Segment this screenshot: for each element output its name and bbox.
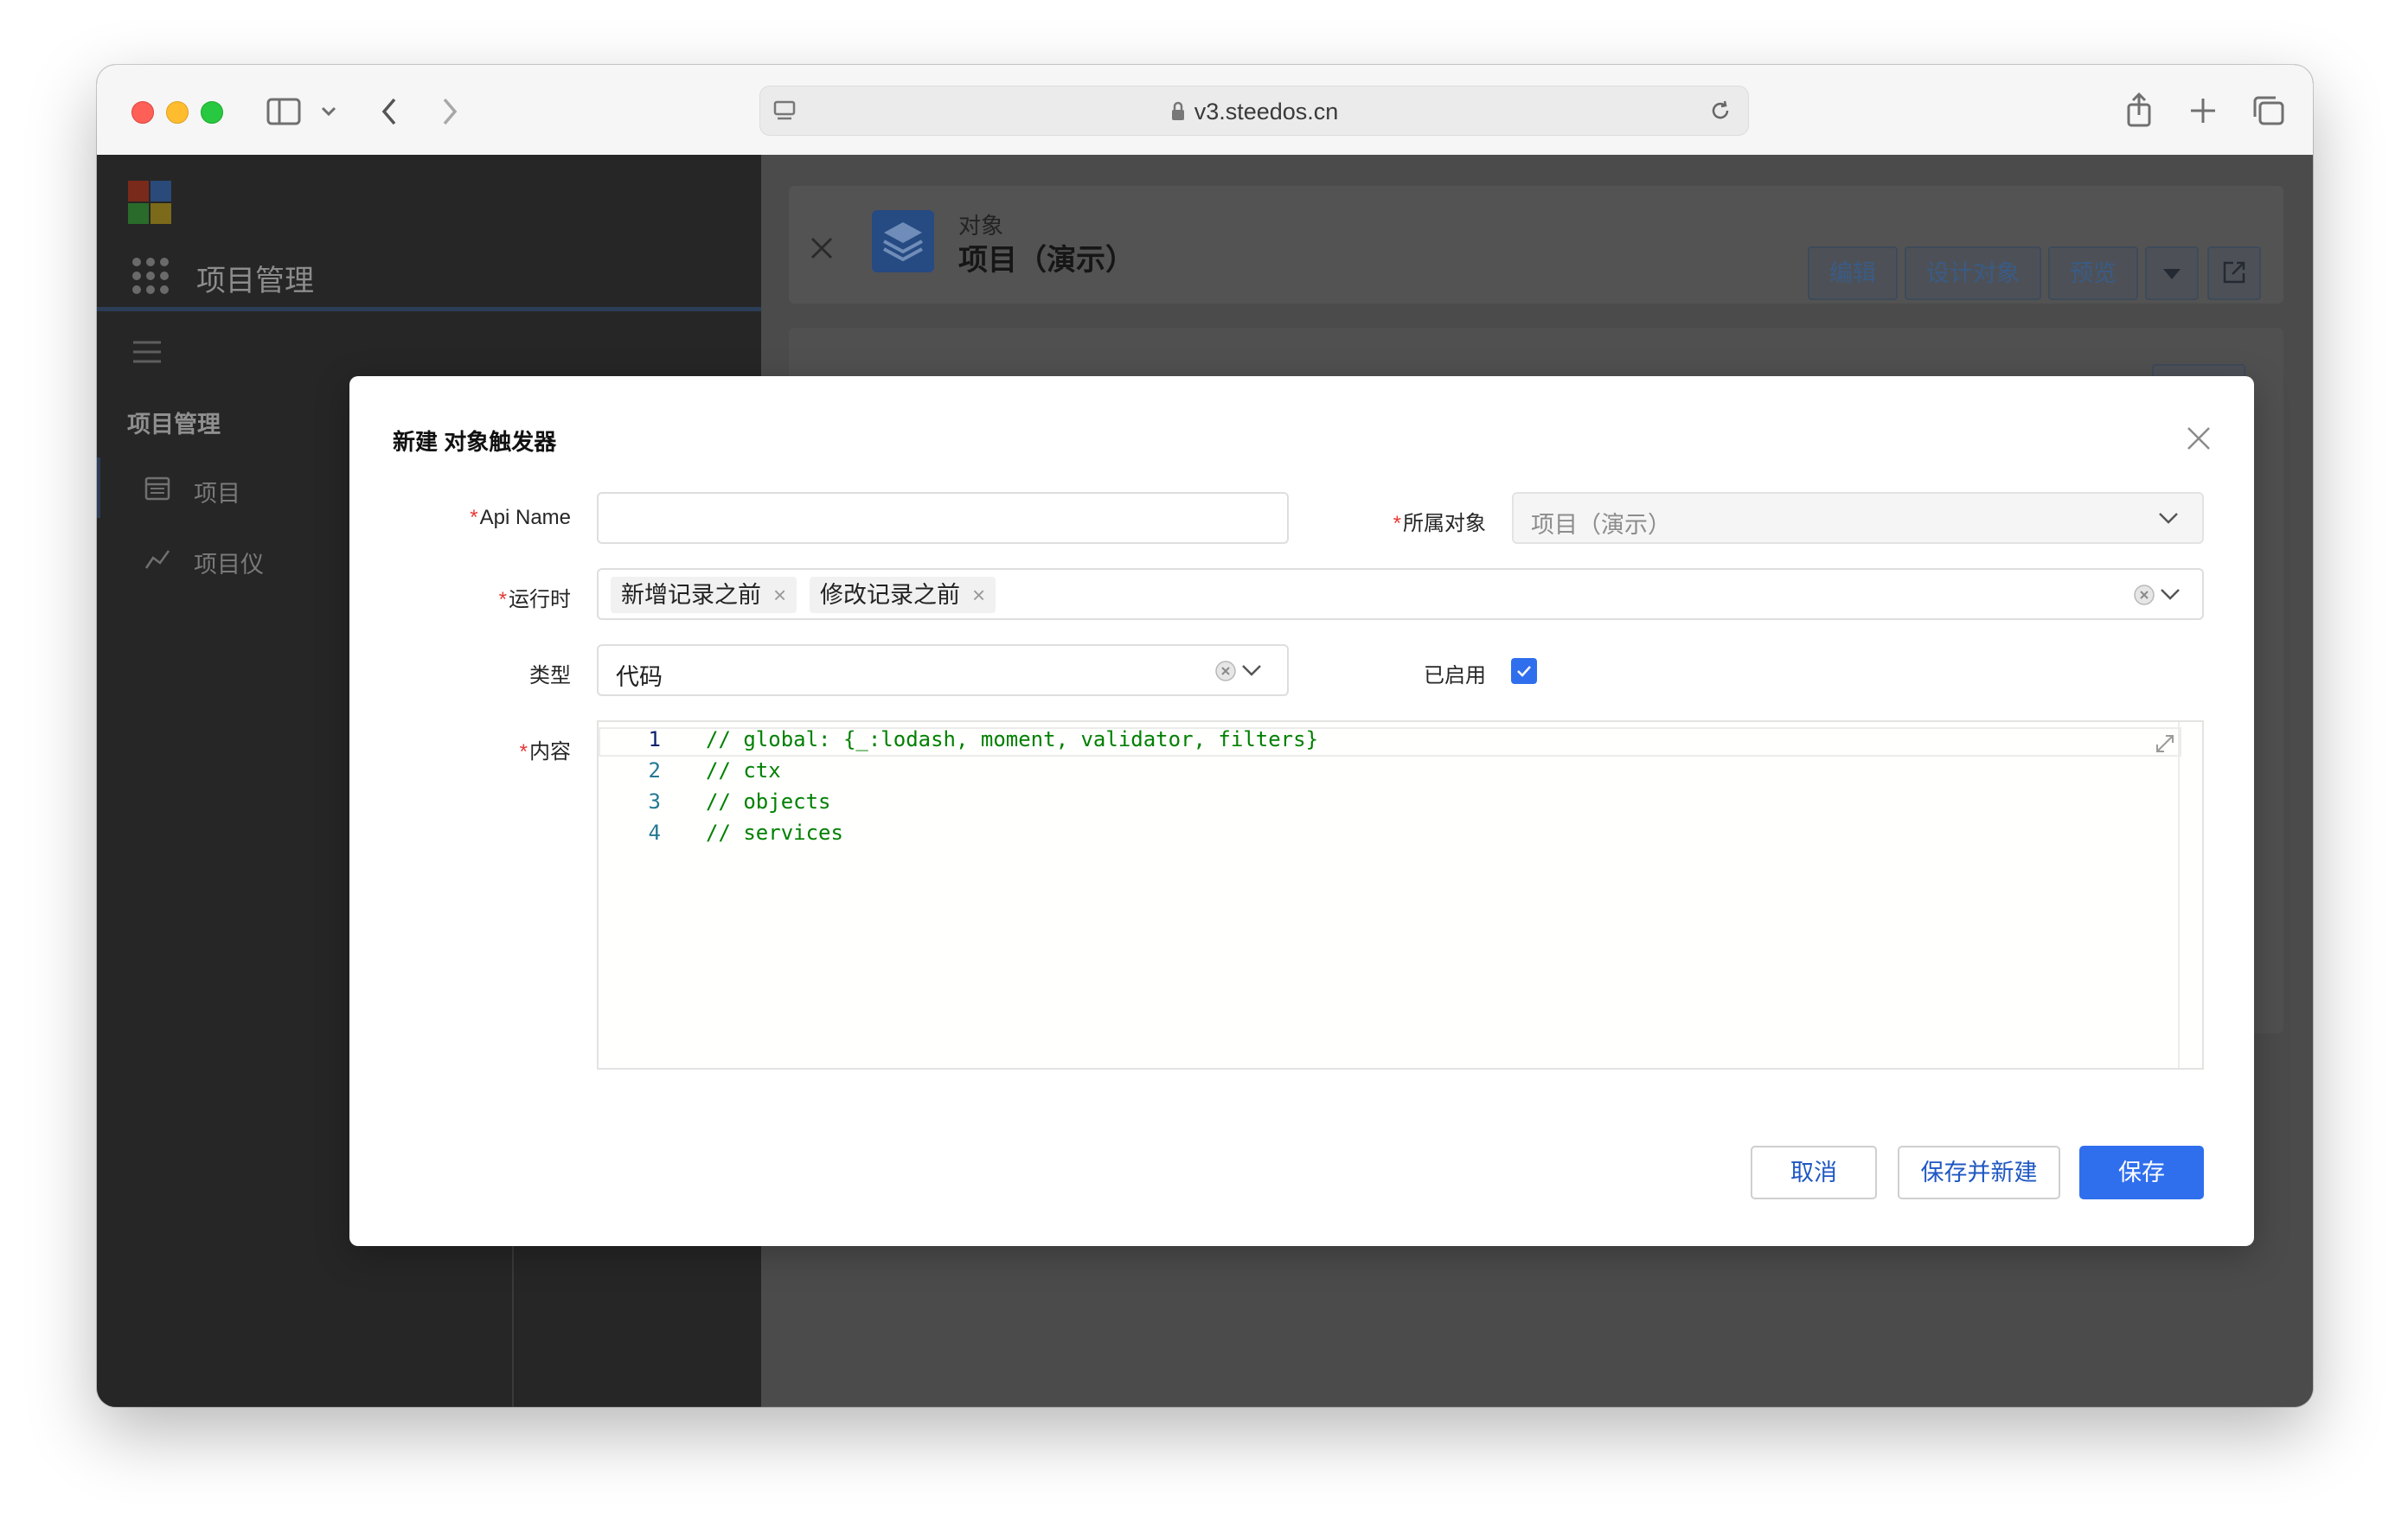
tag-label: 新增记录之前 — [621, 582, 761, 608]
url-value: v3.steedos.cn — [1194, 99, 1339, 125]
code-line: // objects — [706, 789, 831, 814]
api-name-input[interactable] — [597, 492, 1289, 544]
line-number: 2 — [648, 758, 661, 783]
active-item-indicator — [97, 457, 100, 518]
tag-before-update: 修改记录之前 × — [810, 577, 996, 613]
expand-icon[interactable] — [2152, 731, 2178, 757]
chevron-down-icon — [2161, 589, 2180, 600]
address-bar[interactable]: v3.steedos.cn — [759, 86, 1749, 136]
close-window-button[interactable] — [131, 101, 154, 124]
app-name: 项目管理 — [196, 265, 314, 297]
code-line: // ctx — [706, 758, 781, 783]
code-editor[interactable]: 1 // global: {_:lodash, moment, validato… — [597, 720, 2204, 1070]
required-mark: * — [498, 588, 507, 611]
save-and-new-button[interactable]: 保存并新建 — [1898, 1146, 2060, 1199]
enabled-checkbox[interactable] — [1511, 658, 1537, 684]
edit-button[interactable]: 编辑 — [1808, 246, 1898, 300]
object-label-text: 所属对象 — [1403, 512, 1486, 535]
new-trigger-dialog: 新建 对象触发器 *Api Name *所属对象 项目（演示） *运行时 新增记… — [349, 376, 2254, 1246]
dialog-title: 新建 对象触发器 — [393, 429, 557, 455]
design-object-button[interactable]: 设计对象 — [1905, 246, 2041, 300]
app-launcher-icon[interactable] — [131, 257, 170, 295]
api-name-label: *Api Name — [401, 506, 571, 530]
minimize-window-button[interactable] — [166, 101, 189, 124]
code-line: // global: {_:lodash, moment, validator,… — [706, 727, 1319, 751]
editor-scrollbar[interactable] — [2178, 722, 2202, 1068]
close-icon[interactable] — [2181, 421, 2216, 456]
chevron-down-icon — [2159, 513, 2178, 524]
object-label: *所属对象 — [1387, 506, 1486, 536]
chevron-down-icon[interactable] — [320, 105, 337, 118]
reload-icon[interactable] — [1708, 99, 1732, 123]
object-icon — [872, 210, 934, 272]
app-logo-icon — [128, 181, 171, 224]
line-number: 4 — [648, 821, 661, 845]
code-line: // services — [706, 821, 843, 845]
lock-icon — [1170, 101, 1186, 128]
object-select[interactable]: 项目（演示） — [1512, 492, 2204, 544]
clear-icon[interactable] — [1214, 660, 1237, 682]
url-text: v3.steedos.cn — [760, 99, 1748, 128]
line-number: 1 — [648, 727, 661, 751]
sidebar-item-project[interactable]: 项目 — [194, 475, 240, 508]
content-label-text: 内容 — [529, 740, 571, 764]
zoom-window-button[interactable] — [201, 101, 223, 124]
close-icon[interactable] — [808, 234, 836, 262]
type-select[interactable]: 代码 — [597, 644, 1289, 696]
type-label-text: 类型 — [529, 664, 571, 687]
type-select-value: 代码 — [616, 664, 663, 690]
enabled-label-text: 已启用 — [1424, 664, 1486, 687]
api-name-label-text: Api Name — [479, 506, 571, 529]
share-icon[interactable] — [2124, 91, 2154, 129]
calendar-icon — [144, 476, 170, 501]
external-link-icon — [2223, 261, 2245, 284]
cancel-button[interactable]: 取消 — [1751, 1146, 1877, 1199]
new-tab-icon[interactable] — [2188, 96, 2218, 125]
layers-icon — [883, 222, 923, 262]
type-label: 类型 — [401, 658, 571, 688]
enabled-label: 已启用 — [1387, 658, 1486, 688]
check-icon — [1517, 666, 1531, 677]
browser-window: v3.steedos.cn 项目管理 项目管理 项目 项目仪 对象 项目（演示）… — [97, 65, 2313, 1407]
when-label-text: 运行时 — [509, 588, 571, 611]
browser-toolbar: v3.steedos.cn — [97, 65, 2313, 156]
line-number: 3 — [648, 789, 661, 814]
required-mark: * — [519, 740, 528, 764]
preview-button[interactable]: 预览 — [2048, 246, 2138, 300]
app-header-divider — [97, 307, 761, 311]
object-title: 项目（演示） — [958, 244, 1135, 277]
forward-icon[interactable] — [439, 96, 460, 127]
when-label: *运行时 — [401, 582, 571, 612]
when-multiselect[interactable]: 新增记录之前 × 修改记录之前 × — [597, 568, 2204, 620]
chart-line-icon — [144, 550, 170, 569]
chevron-down-icon — [1242, 665, 1261, 676]
required-mark: * — [1393, 512, 1401, 535]
more-dropdown-button[interactable] — [2145, 246, 2199, 300]
content-label: *内容 — [401, 734, 571, 764]
tag-label: 修改记录之前 — [820, 582, 960, 608]
required-mark: * — [470, 506, 478, 529]
sidebar-item-project-dashboard[interactable]: 项目仪 — [194, 546, 264, 579]
tag-remove-icon[interactable]: × — [773, 582, 786, 608]
tab-overview-icon[interactable] — [2251, 94, 2285, 127]
save-button[interactable]: 保存 — [2079, 1146, 2204, 1199]
object-header: 对象 项目（演示） 编辑 设计对象 预览 — [789, 186, 2283, 304]
menu-icon[interactable] — [131, 339, 163, 365]
caret-down-icon — [2163, 269, 2181, 279]
sidebar-toggle-icon[interactable] — [266, 98, 301, 125]
clear-icon[interactable] — [2133, 584, 2155, 606]
sidebar-section-title: 项目管理 — [127, 412, 221, 438]
tag-remove-icon[interactable]: × — [972, 582, 985, 608]
open-new-window-button[interactable] — [2207, 246, 2261, 300]
tag-before-insert: 新增记录之前 × — [611, 577, 797, 613]
object-select-value: 项目（演示） — [1531, 512, 1671, 538]
back-icon[interactable] — [379, 96, 400, 127]
